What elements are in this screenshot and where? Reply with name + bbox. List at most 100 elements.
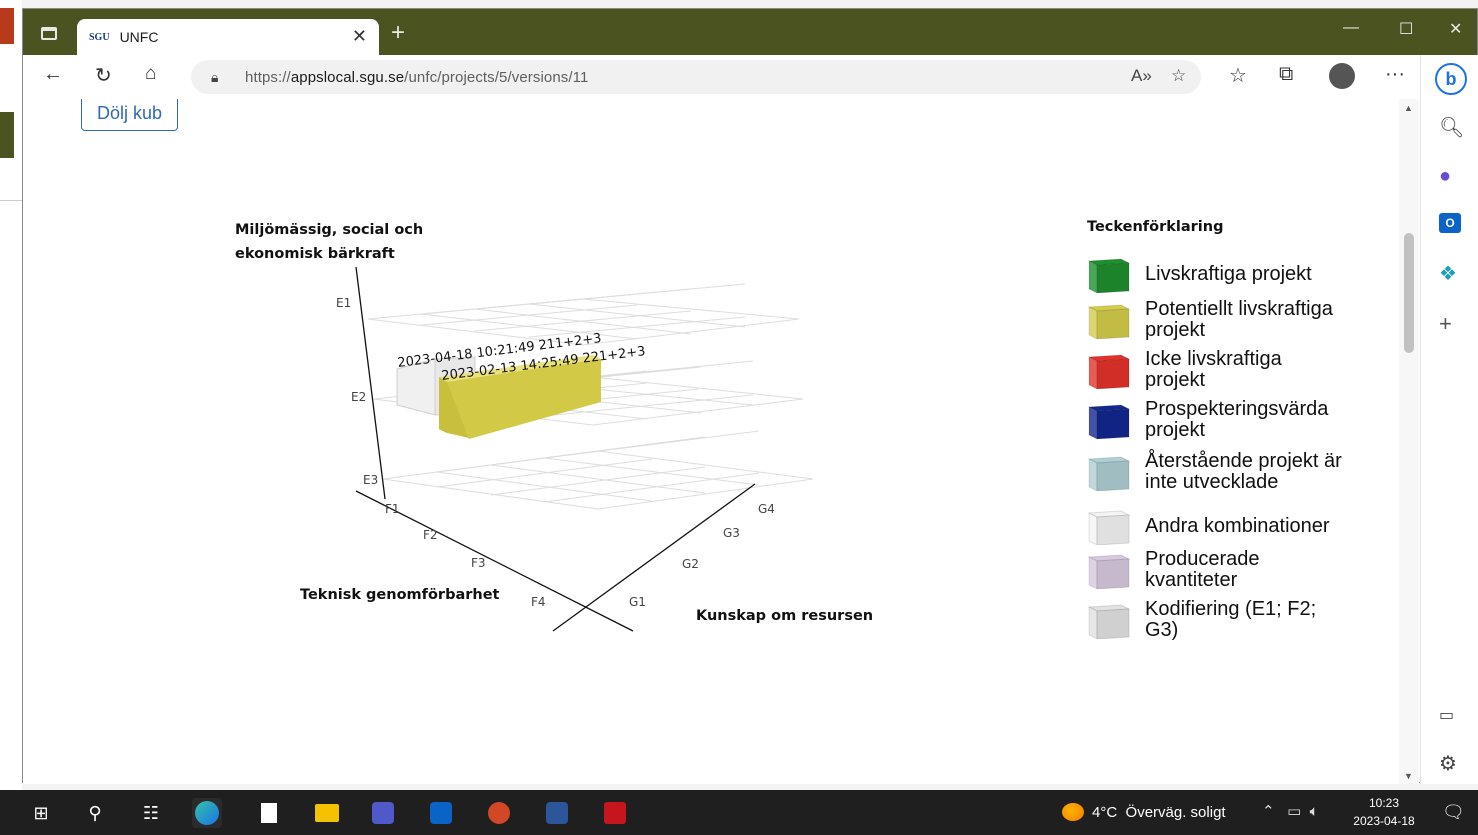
lock-icon[interactable]: 🔒︎: [211, 69, 218, 86]
tick-f4: F4: [531, 595, 546, 609]
battery-icon[interactable]: ▭: [1287, 803, 1301, 820]
system-tray[interactable]: ⌃ ▭ 🔈︎: [1262, 802, 1319, 820]
title-bar: SGU UNFC ✕ + — ☐ ✕: [23, 9, 1477, 55]
scroll-up-icon[interactable]: ▲: [1404, 103, 1413, 113]
more-icon[interactable]: ···: [1385, 63, 1405, 86]
axis-g-title: Kunskap om resursen: [696, 608, 873, 624]
close-icon[interactable]: ✕: [352, 26, 367, 47]
legend-cube-swatch: [1087, 604, 1131, 639]
teams-icon[interactable]: [368, 798, 398, 828]
legend: Teckenförklaring Livskraftiga projekt Pot…: [1087, 219, 1387, 641]
collections-icon[interactable]: ⧉: [1279, 63, 1293, 86]
minimize-icon[interactable]: —: [1343, 19, 1359, 37]
legend-item-label: Icke livskraftiga projekt: [1145, 348, 1282, 391]
chevron-up-icon[interactable]: ⌃: [1262, 803, 1275, 820]
copilot-icon[interactable]: ❖: [1439, 261, 1457, 286]
legend-cube-swatch: [1087, 354, 1131, 389]
url-text[interactable]: https://appslocal.sgu.se/unfc/projects/5…: [245, 69, 588, 86]
clock[interactable]: 10:23 2023-04-18: [1344, 794, 1424, 830]
tick-e2: E2: [351, 390, 366, 404]
clock-time: 10:23: [1368, 796, 1400, 810]
tick-g3: G3: [723, 526, 740, 540]
axis-e-title-line1: Miljömässig, social och: [235, 222, 423, 238]
legend-item: Andra kombinationer: [1087, 507, 1345, 545]
tick-g4: G4: [758, 502, 775, 516]
unfc-cube-chart: 2023-04-18 10:21:49 211+2+3 2023-02-13 1…: [235, 222, 873, 632]
new-tab-icon[interactable]: +: [391, 19, 405, 47]
background-window-accent: [0, 8, 14, 44]
favorites-icon[interactable]: ☆: [1229, 63, 1247, 88]
legend-item-label: Andra kombinationer: [1145, 514, 1330, 537]
address-bar[interactable]: 🔒︎ https://appslocal.sgu.se/unfc/project…: [191, 60, 1201, 94]
tick-f1: F1: [385, 502, 400, 516]
legend-item: Återstående projekt är inte utvecklade: [1087, 451, 1345, 493]
bottom-grid: [382, 430, 814, 510]
tick-g2: G2: [682, 557, 699, 571]
legend-item: Producerade kvantiteter: [1087, 549, 1345, 591]
legend-cube-swatch: [1087, 404, 1131, 439]
shopping-icon[interactable]: ●: [1439, 165, 1451, 188]
legend-cube-swatch: [1087, 304, 1131, 339]
profile-icon[interactable]: [1329, 63, 1355, 89]
window-menu-icon[interactable]: [41, 27, 57, 40]
legend-item: Kodifiering (E1; F2; G3): [1087, 599, 1345, 641]
windows-start-icon[interactable]: ⊞: [26, 798, 56, 828]
legend-item: Icke livskraftiga projekt: [1087, 349, 1345, 391]
bing-icon[interactable]: b: [1435, 63, 1467, 95]
search-icon[interactable]: 🔍︎: [1439, 115, 1464, 140]
acrobat-icon[interactable]: [600, 798, 630, 828]
axis-f-title: Teknisk genomförbarhet: [300, 587, 500, 603]
hide-sidebar-icon[interactable]: ▭: [1439, 705, 1454, 725]
favorite-add-icon[interactable]: ☆: [1171, 66, 1186, 86]
legend-item-label: Återstående projekt är inte utvecklade: [1145, 450, 1342, 493]
background-window: [0, 0, 22, 790]
legend-item: Livskraftiga projekt: [1087, 255, 1345, 293]
weather-temp: 4°C: [1092, 803, 1118, 821]
legend-cube-swatch: [1087, 554, 1131, 589]
legend-item-label: Potentiellt livskraftiga projekt: [1145, 298, 1333, 341]
tick-e3: E3: [363, 473, 378, 487]
edge-sidebar: b 🔍︎ ● O ❖ + ▭ ⚙: [1420, 55, 1478, 784]
task-view-icon[interactable]: ☷: [136, 798, 166, 828]
volume-icon[interactable]: 🔈︎: [1310, 803, 1319, 820]
outlook-icon[interactable]: O: [1439, 213, 1461, 233]
powerpoint-icon[interactable]: [484, 798, 514, 828]
background-divider: [0, 200, 22, 201]
settings-icon[interactable]: ⚙: [1439, 751, 1457, 776]
tab-unfc[interactable]: SGU UNFC ✕: [77, 19, 379, 55]
tick-g1: G1: [629, 595, 646, 609]
tick-e1: E1: [336, 296, 351, 310]
e-axis: [355, 266, 386, 500]
tick-f3: F3: [471, 556, 486, 570]
scroll-down-icon[interactable]: ▼: [1404, 771, 1413, 781]
home-icon[interactable]: ⌂: [145, 63, 156, 85]
notepad-taskbar-icon[interactable]: [254, 798, 284, 828]
window-close-icon[interactable]: ✕: [1449, 19, 1462, 39]
weather-widget[interactable]: 4°C Överväg. soligt: [1062, 803, 1226, 821]
legend-item-label: Producerade kvantiteter: [1145, 548, 1260, 591]
outlook-taskbar-icon[interactable]: [426, 798, 456, 828]
legend-item-label: Kodifiering (E1; F2; G3): [1145, 598, 1317, 641]
read-aloud-icon[interactable]: A»: [1131, 66, 1152, 86]
tab-title: UNFC: [119, 29, 159, 45]
refresh-icon[interactable]: ↻: [95, 63, 112, 88]
clock-date: 2023-04-18: [1353, 814, 1415, 828]
word-icon[interactable]: [542, 798, 572, 828]
legend-item-label: Prospekteringsvärda projekt: [1145, 398, 1329, 441]
notifications-icon[interactable]: 🗨︎: [1442, 802, 1465, 823]
search-taskbar-icon[interactable]: ⚲: [80, 798, 110, 828]
windows-taskbar: ⊞ ⚲ ☷ 4°C Överväg. soligt ⌃ ▭ 🔈︎ 10:23 2…: [0, 790, 1478, 835]
file-explorer-icon[interactable]: [312, 798, 342, 828]
scroll-thumb[interactable]: [1404, 233, 1414, 353]
add-sidebar-app-icon[interactable]: +: [1439, 311, 1452, 337]
legend-cube-swatch: [1087, 456, 1131, 491]
page-scrollbar[interactable]: ▲ ▼: [1399, 99, 1419, 784]
legend-cube-swatch: [1087, 258, 1131, 293]
legend-item-label: Livskraftiga projekt: [1145, 262, 1312, 285]
browser-window: SGU UNFC ✕ + — ☐ ✕ ← ↻ ⌂ 🔒︎ https://apps…: [22, 8, 1478, 784]
edge-taskbar-icon[interactable]: [192, 798, 222, 828]
back-icon[interactable]: ←: [43, 63, 63, 86]
legend-cube-swatch: [1087, 510, 1131, 545]
maximize-icon[interactable]: ☐: [1399, 19, 1413, 39]
axis-e-title-line2: ekonomisk bärkraft: [235, 246, 395, 262]
